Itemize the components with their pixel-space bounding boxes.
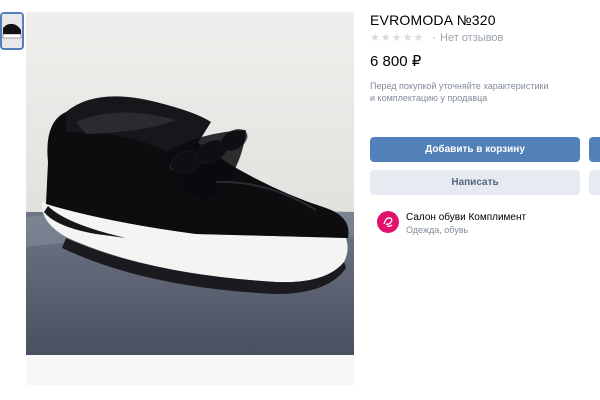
more-actions-button[interactable] bbox=[589, 170, 600, 195]
product-photo[interactable] bbox=[26, 12, 354, 385]
star-icon: ★ bbox=[380, 32, 392, 44]
write-message-button[interactable]: Написать bbox=[370, 170, 580, 195]
extra-action-button[interactable] bbox=[589, 137, 600, 162]
star-icon: ★ bbox=[402, 32, 414, 44]
product-price: 6 800 ₽ bbox=[370, 53, 422, 70]
purchase-note-line: Перед покупкой уточняйте характеристики bbox=[370, 81, 549, 91]
seller-logo-icon bbox=[377, 211, 399, 233]
reviews-text[interactable]: Нет отзывов bbox=[440, 32, 503, 44]
star-icon: ★ bbox=[391, 32, 403, 44]
separator-dot: · bbox=[432, 31, 437, 44]
add-to-cart-button[interactable]: Добавить в корзину bbox=[370, 137, 580, 162]
shoe-image bbox=[26, 12, 354, 355]
seller-category: Одежда, обувь bbox=[406, 225, 469, 235]
product-thumbnail[interactable] bbox=[0, 12, 24, 50]
purchase-note-line: и комплектацию у продавца bbox=[370, 93, 488, 103]
product-title: EVROMODA №320 bbox=[370, 12, 496, 28]
star-icon: ★ bbox=[413, 32, 425, 44]
purchase-note: Перед покупкой уточняйте характеристики … bbox=[370, 80, 580, 104]
star-icon: ★ bbox=[370, 32, 381, 44]
product-rating: ★★★★★ · Нет отзывов bbox=[370, 31, 503, 45]
rating-stars: ★★★★★ bbox=[370, 31, 424, 44]
seller-name[interactable]: Салон обуви Комплимент bbox=[406, 211, 526, 224]
seller-card[interactable]: Салон обуви Комплимент Одежда, обувь bbox=[370, 211, 526, 236]
shoe-thumbnail-image bbox=[2, 14, 22, 48]
